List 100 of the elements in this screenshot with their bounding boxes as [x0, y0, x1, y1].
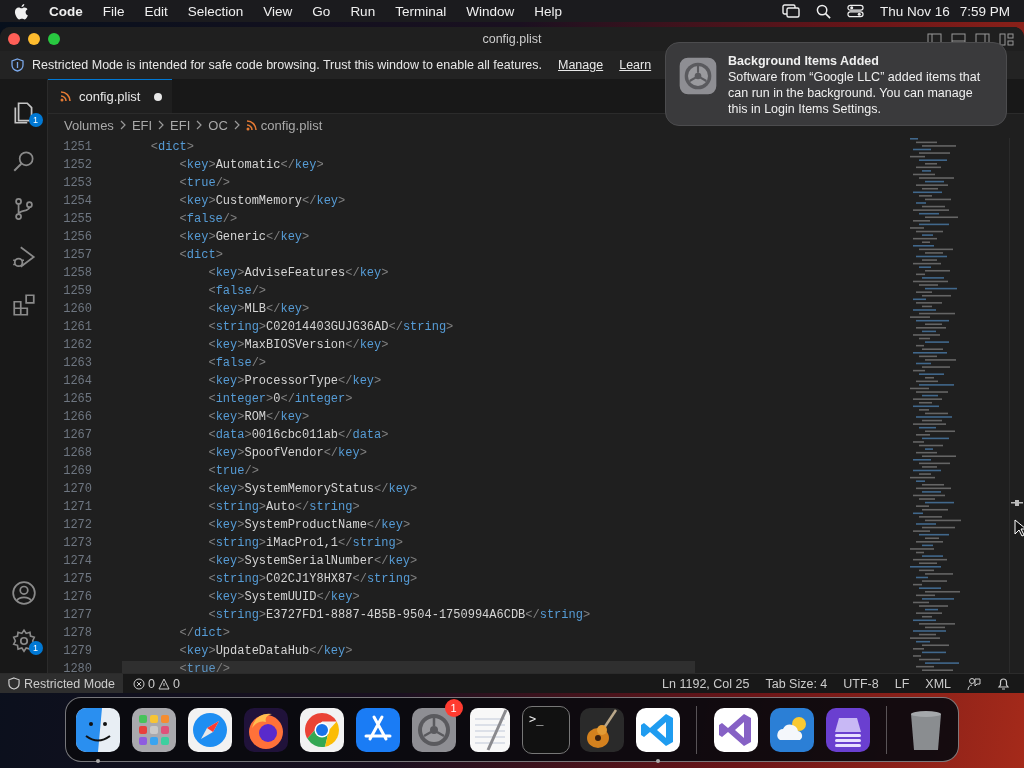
line-number: 1260: [62, 302, 92, 316]
status-item[interactable]: XML: [925, 676, 951, 691]
status-item[interactable]: LF: [894, 676, 910, 691]
code-line: <key>MLB</key>: [207, 302, 310, 316]
line-number: 1279: [62, 644, 92, 658]
line-number: 1269: [62, 464, 92, 478]
line-number: 1254: [62, 194, 92, 208]
code-line: <key>ROM</key>: [207, 410, 310, 424]
menu-item[interactable]: Go: [312, 3, 331, 19]
settings-icon[interactable]: [10, 628, 37, 654]
app-menu[interactable]: Code: [49, 3, 83, 19]
line-number: 1272: [62, 518, 92, 532]
breadcrumb-item[interactable]: Volumes: [64, 117, 114, 133]
menu-item[interactable]: View: [263, 3, 293, 19]
gear-icon[interactable]: [410, 705, 459, 754]
line-number: 1251: [62, 140, 92, 154]
code-line: <false/>: [178, 212, 238, 226]
guitar-icon[interactable]: [577, 705, 626, 754]
status-item[interactable]: UTF-8: [843, 676, 879, 691]
feedback-icon[interactable]: [967, 676, 981, 691]
line-number: 1262: [62, 338, 92, 352]
minimize-button[interactable]: [28, 33, 40, 45]
code-line: <true/>: [207, 464, 259, 478]
code-line: <string>C02CJ1Y8HX87</string>: [207, 572, 418, 586]
code-line: <key>ProcessorType</key>: [207, 374, 382, 388]
disk-stack-icon[interactable]: [823, 705, 872, 754]
notification-title: Background Items Added: [728, 53, 880, 69]
line-number: 1258: [62, 266, 92, 280]
line-number: 1271: [62, 500, 92, 514]
line-number: 1263: [62, 356, 92, 370]
banner-link[interactable]: Learn: [619, 58, 652, 72]
editor-tab[interactable]: config.plist: [48, 79, 173, 113]
run-debug-icon[interactable]: [10, 244, 37, 270]
status-item[interactable]: Ln 1192, Col 25: [662, 676, 750, 691]
cloud-sun-icon[interactable]: [767, 705, 816, 754]
restricted-mode-message: Restricted Mode is intended for safe code browsing. Trust this window to enable all features.: [32, 58, 542, 72]
code-line: <integer>0</integer>: [207, 392, 353, 406]
breadcrumb-item[interactable]: EFI: [131, 117, 153, 133]
code-line: <key>CustomMemory</key>: [178, 194, 346, 208]
screen-mirroring-icon[interactable]: [781, 4, 800, 18]
search-icon[interactable]: [815, 3, 831, 19]
breadcrumb-item[interactable]: OC: [208, 117, 228, 133]
banner-link[interactable]: Manage: [558, 58, 604, 72]
layout-grid-icon[interactable]: [999, 32, 1014, 46]
app-store-icon[interactable]: [354, 705, 403, 754]
line-number: 1278: [62, 626, 92, 640]
fox-globe-icon[interactable]: [242, 705, 291, 754]
menu-bar-time[interactable]: 7:59 PM: [959, 3, 1010, 19]
smiley-face-icon[interactable]: [74, 705, 123, 754]
menu-bar-date[interactable]: Thu Nov 16: [879, 3, 950, 19]
menu-item[interactable]: Selection: [187, 3, 244, 19]
line-number: 1273: [62, 536, 92, 550]
restricted-mode-status[interactable]: Restricted Mode: [0, 674, 123, 693]
line-number: 1257: [62, 248, 92, 262]
control-center-icon[interactable]: [846, 4, 864, 18]
ribbon-icon[interactable]: [711, 705, 760, 754]
code-line: <key>Generic</key>: [178, 230, 310, 244]
breadcrumb-item[interactable]: EFI: [170, 117, 191, 133]
line-number: 1261: [62, 320, 92, 334]
zoom-button[interactable]: [48, 33, 60, 45]
menu-item[interactable]: Window: [466, 3, 515, 19]
line-number: 1253: [62, 176, 92, 190]
line-number: 1252: [62, 158, 92, 172]
code-line: <key>Automatic</key>: [178, 158, 324, 172]
compass-icon[interactable]: [186, 705, 235, 754]
code-editor-icon[interactable]: [633, 705, 682, 754]
notification-card[interactable]: Background Items Added Software from “Google LLC” added items that can run in the background. You can manage this in Login Items Settings.: [665, 42, 1007, 126]
code-line: <dict>: [149, 140, 195, 154]
menu-item[interactable]: Terminal: [395, 3, 447, 19]
code-line: <string>C02014403GUJG36AD</string>: [207, 320, 454, 334]
pointer-cursor-icon: [1014, 519, 1024, 537]
close-button[interactable]: [8, 33, 20, 45]
menu-item[interactable]: Help: [534, 3, 562, 19]
extensions-icon[interactable]: [10, 292, 37, 318]
account-icon[interactable]: [10, 580, 37, 606]
menu-item[interactable]: Edit: [144, 3, 168, 19]
warning-count[interactable]: 0: [172, 676, 180, 691]
line-number: 1280: [62, 662, 92, 673]
menu-item[interactable]: File: [102, 3, 125, 19]
code-line: <true/>: [178, 176, 231, 190]
notification-badge: 1: [28, 113, 43, 127]
gear-icon: [678, 56, 718, 96]
code-line: <key>AdviseFeatures</key>: [207, 266, 389, 280]
terminal-icon[interactable]: >_: [521, 705, 570, 754]
line-number: 1265: [62, 392, 92, 406]
status-item[interactable]: Tab Size: 4: [765, 676, 828, 691]
breadcrumb-item[interactable]: config.plist: [260, 117, 323, 133]
error-count[interactable]: 0: [148, 676, 155, 691]
code-line: </dict>: [178, 626, 231, 640]
code-line: <key>SystemUUID</key>: [207, 590, 360, 604]
ring-icon[interactable]: [298, 705, 347, 754]
menu-item[interactable]: Run: [350, 3, 376, 19]
bell-icon[interactable]: [997, 676, 1010, 691]
code-line: <key>MaxBIOSVersion</key>: [207, 338, 389, 352]
code-line: <key>SystemMemoryStatus</key>: [207, 482, 418, 496]
scroll-marker-icon: [1011, 500, 1023, 506]
code-line: <string>iMacPro1,1</string>: [207, 536, 403, 550]
app-grid-icon[interactable]: [130, 705, 179, 754]
line-number: 1264: [62, 374, 92, 388]
apple-logo-icon[interactable]: [14, 2, 29, 20]
